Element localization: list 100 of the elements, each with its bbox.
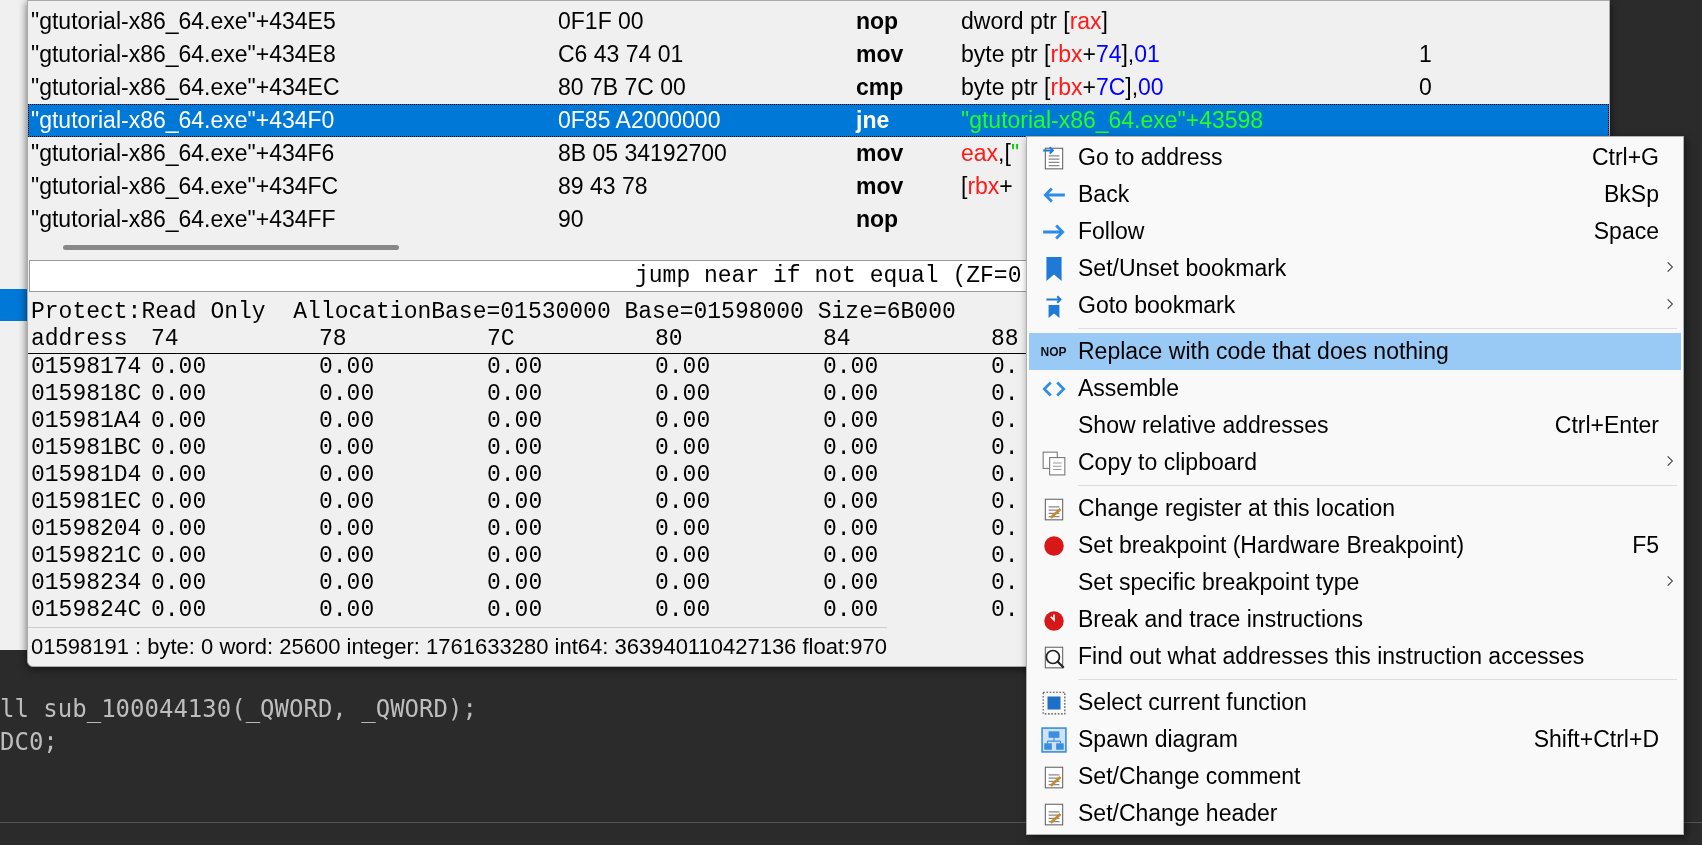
value-cell: 0.00 [151, 516, 207, 543]
code-line: DC0; [0, 727, 58, 758]
value-cell: 0.00 [319, 408, 375, 435]
value-cell: 0.00 [487, 462, 543, 489]
menu-item[interactable]: Copy to clipboard [1029, 444, 1681, 481]
address-cell: 01598204 [31, 516, 142, 543]
value-cell: 0.00 [319, 381, 375, 408]
menu-item[interactable]: Break and trace instructions [1029, 601, 1681, 638]
operand-cell: byte ptr [rbx+74],01 [961, 41, 1160, 68]
value-cell: 0.00 [151, 570, 207, 597]
scrollbar-thumb[interactable] [63, 244, 399, 250]
value-cell: 0.00 [487, 354, 543, 381]
value-cell: 0.00 [319, 354, 375, 381]
menu-item[interactable]: Set breakpoint (Hardware Breakpoint) F5 [1029, 527, 1681, 564]
value-cell: 0.00 [151, 462, 207, 489]
copy-icon [1040, 449, 1067, 476]
value-cell: 0.00 [823, 408, 879, 435]
value-cell: 0. [991, 381, 1019, 408]
disassembly-row[interactable]: "gtutorial-x86_64.exe"+434E8 C6 43 74 01 mov byte ptr [rbx+74],01 1 [28, 38, 1609, 71]
value-cell: 0.00 [319, 597, 375, 624]
column-header: 74 [151, 326, 179, 353]
bytes-cell: 89 43 78 [558, 173, 648, 200]
bytes-cell: 0F1F 00 [558, 8, 644, 35]
menu-item[interactable]: Change register at this location [1029, 490, 1681, 527]
value-cell: 0.00 [151, 597, 207, 624]
menu-item[interactable]: Follow Space [1029, 213, 1681, 250]
value-cell: 0.00 [319, 462, 375, 489]
address-cell: "gtutorial-x86_64.exe"+434FF [31, 206, 336, 233]
memory-info: Protect:Read Only AllocationBase=01530000 Base=01598000 Size=6B000 [30, 299, 956, 326]
column-header: 84 [823, 326, 851, 353]
value-cell: 0. [991, 543, 1019, 570]
operand-cell: "gtutorial-x86_64.exe"+43598 [961, 107, 1264, 134]
menu-item[interactable]: Spawn diagram Shift+Ctrl+D [1029, 721, 1681, 758]
address-cell: 015981D4 [31, 462, 142, 489]
column-header: 7C [487, 326, 515, 353]
comment-cell: 0 [1419, 74, 1432, 101]
value-cell: 0.00 [823, 516, 879, 543]
value-cell: 0.00 [319, 516, 375, 543]
status-bar: 01598191 : byte: 0 word: 25600 integer: 1761633280 int64: 363940110427136 float:970 [28, 627, 887, 666]
disassembly-row[interactable]: "gtutorial-x86_64.exe"+434EC 80 7B 7C 00 cmp byte ptr [rbx+7C],00 0 [28, 71, 1609, 104]
value-cell: 0. [991, 462, 1019, 489]
dotted-square-icon [1040, 689, 1067, 716]
value-cell: 0.00 [655, 381, 711, 408]
value-cell: 0.00 [319, 489, 375, 516]
address-cell: "gtutorial-x86_64.exe"+434EC [31, 74, 340, 101]
menu-item[interactable]: Set/Change header [1029, 795, 1681, 832]
menu-item[interactable]: Assemble [1029, 370, 1681, 407]
address-cell: "gtutorial-x86_64.exe"+434F6 [31, 140, 335, 167]
menu-item[interactable]: Set specific breakpoint type [1029, 564, 1681, 601]
value-cell: 0.00 [823, 462, 879, 489]
value-cell: 0.00 [655, 516, 711, 543]
value-cell: 0.00 [319, 435, 375, 462]
address-cell: 01598234 [31, 570, 142, 597]
address-cell: 015981EC [31, 489, 142, 516]
value-cell: 0.00 [487, 597, 543, 624]
value-cell: 0.00 [487, 435, 543, 462]
value-cell: 0.00 [823, 597, 879, 624]
bytes-cell: 80 7B 7C 00 [558, 74, 686, 101]
value-cell: 0.00 [655, 462, 711, 489]
nop-label: NOP [1040, 344, 1067, 359]
value-cell: 0.00 [487, 543, 543, 570]
opcode-cell: nop [856, 8, 899, 35]
value-cell: 0. [991, 597, 1019, 624]
column-header: 78 [319, 326, 347, 353]
menu-item[interactable]: Set/Change comment [1029, 758, 1681, 795]
menu-item[interactable]: Show relative addresses Ctrl+Enter [1029, 407, 1681, 444]
bytes-cell: C6 43 74 01 [558, 41, 684, 68]
value-cell: 0.00 [151, 408, 207, 435]
address-cell: 01598174 [31, 354, 142, 381]
opcode-cell: mov [856, 140, 904, 167]
value-cell: 0.00 [823, 381, 879, 408]
value-cell: 0.00 [655, 597, 711, 624]
code-line: ll sub_100044130(_QWORD, _QWORD); [0, 694, 477, 725]
menu-item[interactable]: Back BkSp [1029, 176, 1681, 213]
menu-item[interactable]: Go to address Ctrl+G [1029, 139, 1681, 176]
menu-item[interactable]: NOP Replace with code that does nothing [1029, 333, 1681, 370]
bytes-cell: 90 [558, 206, 584, 233]
disassembly-row[interactable]: "gtutorial-x86_64.exe"+434E5 0F1F 00 nop dword ptr [rax] [28, 5, 1609, 38]
value-cell: 0.00 [823, 570, 879, 597]
value-cell: 0.00 [319, 570, 375, 597]
value-cell: 0.00 [823, 543, 879, 570]
address-cell: 0159818C [31, 381, 142, 408]
value-cell: 0.00 [823, 435, 879, 462]
operand-cell: [rbx+ [961, 173, 1013, 200]
operand-cell: dword ptr [rax] [961, 8, 1108, 35]
value-cell: 0.00 [655, 408, 711, 435]
value-cell: 0. [991, 489, 1019, 516]
value-cell: 0. [991, 354, 1019, 381]
value-cell: 0.00 [319, 543, 375, 570]
value-cell: 0.00 [655, 354, 711, 381]
menu-item[interactable]: Find out what addresses this instruction accesses [1029, 638, 1681, 675]
selection-highlight [0, 289, 27, 321]
operand-cell: eax,[" [961, 140, 1020, 167]
column-header: 88 [991, 326, 1019, 353]
menu-item[interactable]: Select current function [1029, 684, 1681, 721]
disassembly-row[interactable]: "gtutorial-x86_64.exe"+434F0 0F85 A2000000 jne "gtutorial-x86_64.exe"+43598 [28, 104, 1609, 137]
value-cell: 0.00 [151, 435, 207, 462]
value-cell: 0.00 [151, 543, 207, 570]
value-cell: 0.00 [487, 381, 543, 408]
value-cell: 0.00 [823, 489, 879, 516]
